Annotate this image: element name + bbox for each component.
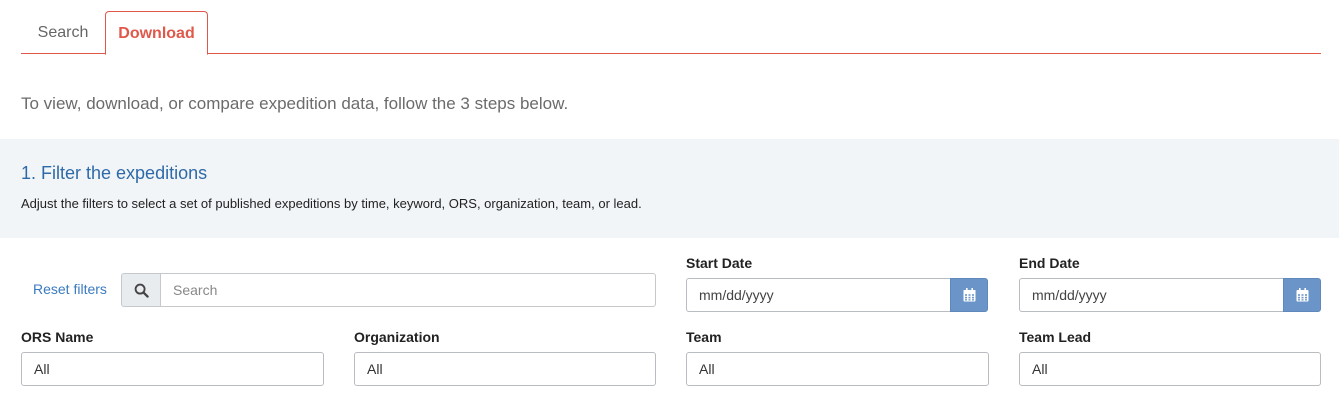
organization-label: Organization <box>354 329 440 345</box>
organization-select[interactable]: All <box>354 352 656 386</box>
start-date-calendar-button[interactable] <box>950 278 988 312</box>
step-1-title: 1. Filter the expeditions <box>21 163 208 183</box>
tab-search[interactable]: Search <box>21 11 105 54</box>
ors-name-label: ORS Name <box>21 329 94 345</box>
calendar-icon <box>963 288 975 302</box>
tab-download[interactable]: Download <box>105 11 208 55</box>
start-date-group: mm/dd/yyyy <box>686 278 988 312</box>
end-date-calendar-button[interactable] <box>1283 278 1321 312</box>
team-lead-select[interactable]: All <box>1019 352 1321 386</box>
search-input[interactable] <box>161 273 656 307</box>
end-date-input[interactable]: mm/dd/yyyy <box>1019 278 1283 312</box>
start-date-input[interactable]: mm/dd/yyyy <box>686 278 950 312</box>
calendar-icon <box>1296 288 1308 302</box>
start-date-label: Start Date <box>686 255 753 271</box>
team-lead-label: Team Lead <box>1019 329 1092 345</box>
step-1-description: Adjust the filters to select a set of pu… <box>21 196 642 211</box>
team-label: Team <box>686 329 722 345</box>
step-1-panel: 1. Filter the expeditions Adjust the fil… <box>0 139 1339 238</box>
intro-text: To view, download, or compare expedition… <box>21 94 569 113</box>
search-group <box>121 273 656 307</box>
reset-filters-link[interactable]: Reset filters <box>33 281 107 297</box>
tab-bar: Search Download <box>21 11 1321 55</box>
end-date-label: End Date <box>1019 255 1080 271</box>
ors-name-select[interactable]: All <box>21 352 324 386</box>
search-icon[interactable] <box>121 273 161 307</box>
team-select[interactable]: All <box>686 352 989 386</box>
end-date-group: mm/dd/yyyy <box>1019 278 1321 312</box>
